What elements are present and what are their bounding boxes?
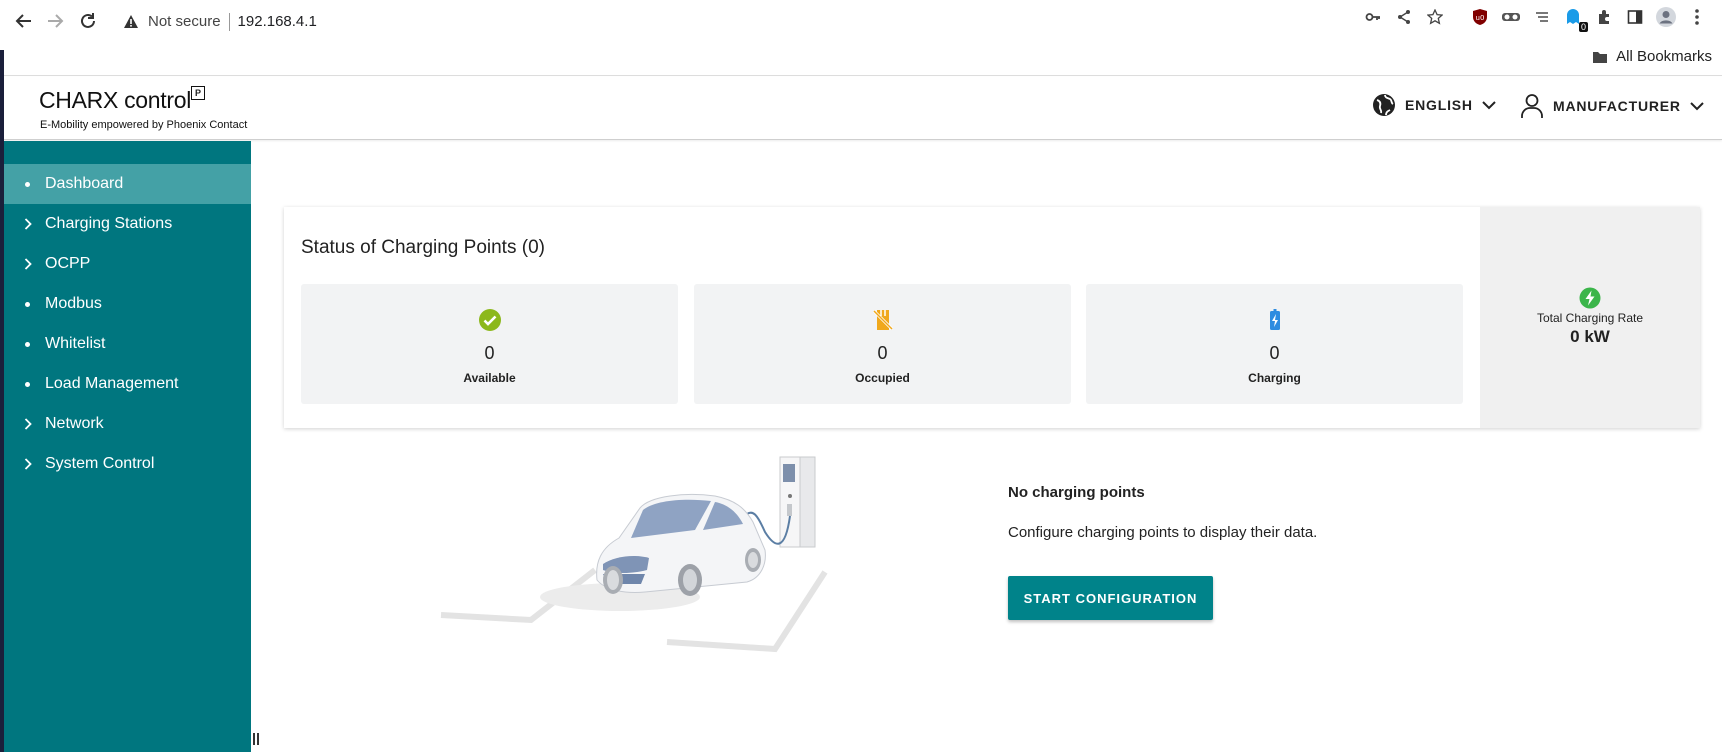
sidebar-item-label: Network [45,415,104,432]
folder-icon [1593,51,1608,63]
sidebar-item-charging-stations[interactable]: Charging Stations [4,204,251,244]
all-bookmarks-button[interactable]: All Bookmarks [1592,48,1712,65]
app-logo-subtitle: E-Mobility empowered by Phoenix Contact [40,119,248,131]
key-icon[interactable] [1362,6,1384,28]
reload-icon [81,13,95,28]
language-selector[interactable]: ENGLISH [1372,93,1496,117]
sidebar-item-label: Load Management [45,375,179,392]
check-circle-icon [478,309,501,331]
svg-text:u0: u0 [1476,14,1485,22]
bullet-icon [25,181,30,187]
charging-label: Charging [1248,371,1301,385]
status-title: Status of Charging Points (0) [301,237,545,258]
bullet-icon [25,301,30,307]
back-arrow-icon [15,14,31,28]
chevron-right-icon [24,258,32,270]
bullet-icon [25,381,30,387]
available-stat: 0 Available [301,284,678,404]
start-configuration-button[interactable]: START CONFIGURATION [1008,576,1213,620]
empty-state-text: Configure charging points to display the… [1008,524,1318,541]
toolbar-icons: u0 0 [1362,6,1710,32]
chevron-right-icon [24,458,32,470]
total-rate-value: 0 kW [1570,327,1610,346]
ublock-icon[interactable]: u0 [1469,6,1491,28]
sidebar-item-network[interactable]: Network [4,404,251,444]
car-charging-illustration [440,456,828,653]
glasses-extension-icon[interactable] [1500,6,1522,28]
occupied-count: 0 [877,343,888,363]
available-count: 0 [484,343,495,363]
occupied-stat: 0 Occupied [694,284,1071,404]
security-label: Not secure [148,13,221,30]
sidebar: Dashboard Charging Stations OCPP Modbus … [4,141,251,752]
reload-button[interactable] [75,8,101,34]
sidebar-item-label: Whitelist [45,335,106,352]
sidebar-item-label: System Control [45,455,155,472]
sidebar-item-dashboard[interactable]: Dashboard [4,164,251,204]
sidebar-item-modbus[interactable]: Modbus [4,284,251,324]
sidebar-item-label: Charging Stations [45,215,173,232]
back-button[interactable] [11,8,37,34]
url-text: 192.168.4.1 [237,13,317,30]
user-role-label: MANUFACTURER [1553,98,1681,114]
language-label: ENGLISH [1405,97,1473,113]
user-icon [1521,94,1543,118]
sidebar-item-ocpp[interactable]: OCPP [4,244,251,284]
total-charging-rate-panel: Total Charging Rate 0 kW [1480,207,1700,428]
sidebar-resize-handle[interactable] [253,733,259,745]
forward-button[interactable] [42,8,68,34]
app-header: CHARX control P E-Mobility empowered by … [4,77,1722,140]
address-bar[interactable]: Not secure 192.168.4.1 [112,6,1372,37]
side-panel-icon[interactable] [1624,6,1646,28]
bookmarks-bar: All Bookmarks [0,43,1722,76]
total-rate-label: Total Charging Rate [1536,311,1644,325]
chevron-right-icon [24,218,32,230]
battery-charging-icon [1269,309,1280,330]
charging-points-status-card: Status of Charging Points (0) 0 Availabl… [284,207,1700,428]
ghost-extension-icon[interactable]: 0 [1562,6,1588,32]
browser-toolbar: Not secure 192.168.4.1 u0 0 [0,0,1722,43]
sidebar-item-whitelist[interactable]: Whitelist [4,324,251,364]
user-menu[interactable]: MANUFACTURER [1520,93,1704,119]
occupied-label: Occupied [855,371,910,385]
menu-kebab-icon[interactable] [1686,6,1708,28]
chevron-down-icon [1482,101,1496,110]
charging-stat: 0 Charging [1086,284,1463,404]
lightning-icon [1579,287,1601,309]
puzzle-icon[interactable] [1593,6,1615,28]
empty-state-title: No charging points [1008,484,1145,501]
charging-count: 0 [1269,343,1280,363]
bullet-icon [25,341,30,347]
share-icon[interactable] [1393,6,1415,28]
extension-badge: 0 [1578,22,1588,32]
chevron-down-icon [1690,102,1704,111]
forward-arrow-icon [48,14,64,28]
sidebar-item-label: Dashboard [45,175,124,192]
chevron-right-icon [24,418,32,430]
sidebar-item-label: Modbus [45,295,102,312]
sidebar-item-system-control[interactable]: System Control [4,444,251,484]
list-extension-icon[interactable] [1531,6,1553,28]
divider [228,12,230,31]
app-logo-title: CHARX control [39,87,192,113]
warning-icon [122,13,140,31]
profile-avatar-icon[interactable] [1655,6,1677,28]
occupied-plug-icon [872,309,893,331]
logo-badge-icon: P [191,86,205,100]
globe-icon [1373,94,1395,116]
star-icon[interactable] [1424,6,1446,28]
sidebar-item-load-management[interactable]: Load Management [4,364,251,404]
all-bookmarks-label: All Bookmarks [1616,48,1712,65]
sidebar-item-label: OCPP [45,255,91,272]
available-label: Available [463,371,516,385]
